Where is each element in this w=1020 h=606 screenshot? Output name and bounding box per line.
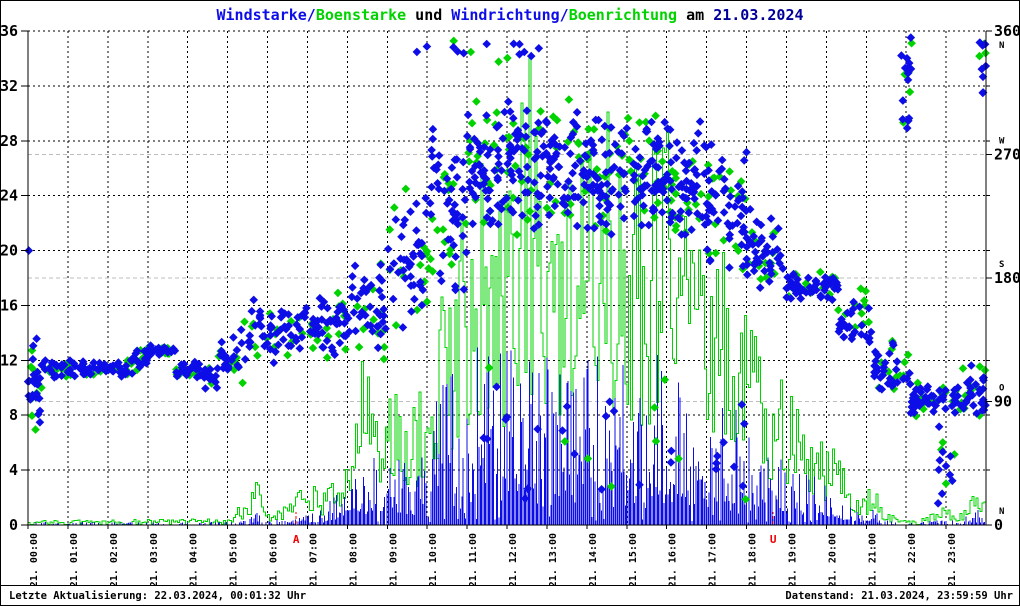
svg-text:12: 12 — [1, 351, 18, 369]
svg-text:21. 21:00: 21. 21:00 — [867, 533, 878, 587]
svg-text:21. 01:00: 21. 01:00 — [69, 533, 80, 587]
svg-text:28: 28 — [1, 132, 18, 150]
svg-text:21. 22:00: 21. 22:00 — [907, 533, 918, 587]
svg-text:21. 00:00: 21. 00:00 — [29, 533, 40, 587]
status-bar: Letzte Aktualisierung: 22.03.2024, 00:01… — [1, 585, 1019, 605]
svg-text:8: 8 — [9, 406, 18, 424]
svg-text:0: 0 — [994, 516, 1003, 534]
svg-text:32: 32 — [1, 77, 18, 95]
last-update-text: Letzte Aktualisierung: 22.03.2024, 00:01… — [9, 590, 307, 602]
wind-direction-strength-plot: 048121620242832360N90O180S270W360N21. 00… — [1, 22, 1020, 587]
data-state-text: Datenstand: 21.03.2024, 23:59:59 Uhr — [785, 590, 1013, 602]
weather-chart-window: Windstarke/Boenstarke und Windrichtung/B… — [0, 0, 1020, 606]
svg-text:21. 15:00: 21. 15:00 — [628, 533, 639, 587]
svg-text:16: 16 — [1, 296, 18, 314]
svg-text:A: A — [293, 533, 300, 546]
svg-text:O: O — [999, 384, 1005, 394]
svg-text:21. 14:00: 21. 14:00 — [588, 533, 599, 587]
svg-text:21. 13:00: 21. 13:00 — [548, 533, 559, 587]
svg-text:21. 16:00: 21. 16:00 — [668, 533, 679, 587]
svg-text:21. 12:00: 21. 12:00 — [508, 533, 519, 587]
svg-text:21. 19:00: 21. 19:00 — [787, 533, 798, 587]
svg-text:90: 90 — [994, 393, 1012, 411]
svg-text:U: U — [770, 533, 777, 546]
svg-text:21. 09:00: 21. 09:00 — [388, 533, 399, 587]
svg-text:21. 23:00: 21. 23:00 — [947, 533, 958, 587]
svg-text:20: 20 — [1, 242, 18, 260]
svg-text:36: 36 — [1, 22, 18, 40]
svg-text:21. 02:00: 21. 02:00 — [109, 533, 120, 587]
svg-text:21. 17:00: 21. 17:00 — [708, 533, 719, 587]
svg-text:4: 4 — [9, 461, 18, 479]
svg-text:21. 04:00: 21. 04:00 — [189, 533, 200, 587]
svg-text:21. 07:00: 21. 07:00 — [308, 533, 319, 587]
svg-text:21. 06:00: 21. 06:00 — [269, 533, 280, 587]
svg-text:180: 180 — [994, 269, 1020, 287]
svg-text:N: N — [999, 507, 1004, 517]
svg-text:21. 08:00: 21. 08:00 — [348, 533, 359, 587]
svg-text:21. 20:00: 21. 20:00 — [827, 533, 838, 587]
svg-text:W: W — [999, 137, 1005, 147]
svg-text:S: S — [999, 260, 1004, 270]
svg-text:N: N — [999, 41, 1004, 51]
svg-text:21. 11:00: 21. 11:00 — [468, 533, 479, 587]
svg-text:24: 24 — [1, 187, 18, 205]
svg-text:21. 10:00: 21. 10:00 — [428, 533, 439, 587]
svg-text:21. 05:00: 21. 05:00 — [229, 533, 240, 587]
svg-text:21. 18:00: 21. 18:00 — [748, 533, 759, 587]
svg-text:270: 270 — [994, 146, 1020, 164]
svg-text:0: 0 — [9, 516, 18, 534]
svg-text:360: 360 — [994, 22, 1020, 40]
svg-text:21. 03:00: 21. 03:00 — [149, 533, 160, 587]
